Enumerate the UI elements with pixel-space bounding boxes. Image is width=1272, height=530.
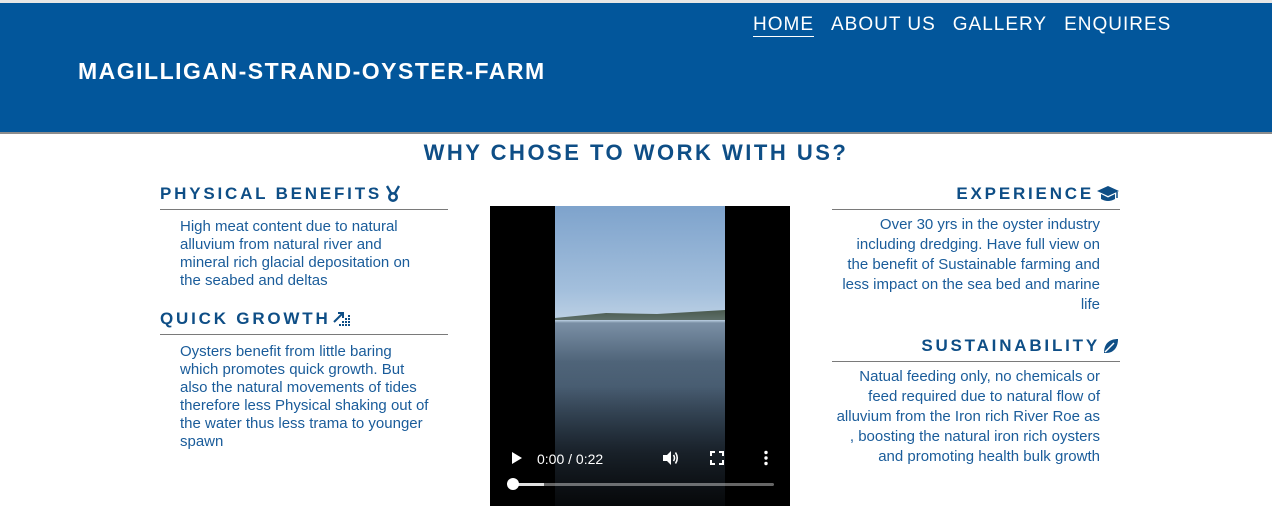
nav-home[interactable]: HOME	[753, 14, 814, 37]
feature-sustainability: SUSTAINABILITY Natual feeding only, no c…	[832, 336, 1120, 467]
site-header: MAGILLIGAN-STRAND-OYSTER-FARM HOME ABOUT…	[0, 3, 1272, 134]
feature-description: Over 30 yrs in the oyster industry inclu…	[842, 216, 1100, 313]
feature-title: PHYSICAL BENEFITS	[160, 184, 383, 203]
video-controls: 0:00 / 0:22	[490, 446, 790, 470]
video-player[interactable]: 0:00 / 0:22	[490, 206, 790, 506]
video-time: 0:00 / 0:22	[537, 451, 604, 467]
feature-experience: EXPERIENCE Over 30 yrs in the oyster ind…	[832, 184, 1120, 315]
feature-title: SUSTAINABILITY	[921, 336, 1100, 355]
nav-about-us[interactable]: ABOUT US	[831, 14, 936, 37]
video-progress-bar[interactable]	[507, 478, 774, 490]
feature-heading: PHYSICAL BENEFITS	[160, 184, 448, 210]
feature-description: High meat content due to natural alluviu…	[180, 218, 411, 289]
feature-heading: QUICK GROWTH	[160, 309, 448, 335]
growth-chart-icon	[332, 312, 350, 326]
main-nav: HOME ABOUT US GALLERY ENQUIRES	[753, 14, 1188, 37]
graduation-cap-icon	[1097, 186, 1119, 201]
video-scrubber-handle[interactable]	[507, 478, 519, 490]
section-title: WHY CHOSE TO WORK WITH US?	[423, 140, 849, 165]
medal-icon	[386, 185, 401, 202]
video-shoreline	[555, 310, 725, 320]
play-icon[interactable]	[506, 448, 526, 468]
feature-heading: SUSTAINABILITY	[832, 336, 1120, 362]
nav-gallery[interactable]: GALLERY	[953, 14, 1047, 37]
feature-title: QUICK GROWTH	[160, 309, 331, 328]
feature-physical-benefits: PHYSICAL BENEFITS High meat content due …	[160, 184, 448, 290]
feature-description: Natual feeding only, no chemicals or fee…	[836, 368, 1100, 465]
more-options-icon[interactable]	[756, 448, 776, 468]
feature-description: Oysters benefit from little baring which…	[180, 343, 429, 450]
volume-icon[interactable]	[660, 448, 680, 468]
nav-enquires[interactable]: ENQUIRES	[1064, 14, 1171, 37]
leaf-icon	[1104, 339, 1118, 353]
feature-heading: EXPERIENCE	[832, 184, 1120, 210]
feature-title: EXPERIENCE	[956, 184, 1094, 203]
fullscreen-icon[interactable]	[707, 448, 727, 468]
site-brand[interactable]: MAGILLIGAN-STRAND-OYSTER-FARM	[78, 58, 546, 85]
feature-quick-growth: QUICK GROWTH Oysters benefit from little…	[160, 309, 448, 451]
